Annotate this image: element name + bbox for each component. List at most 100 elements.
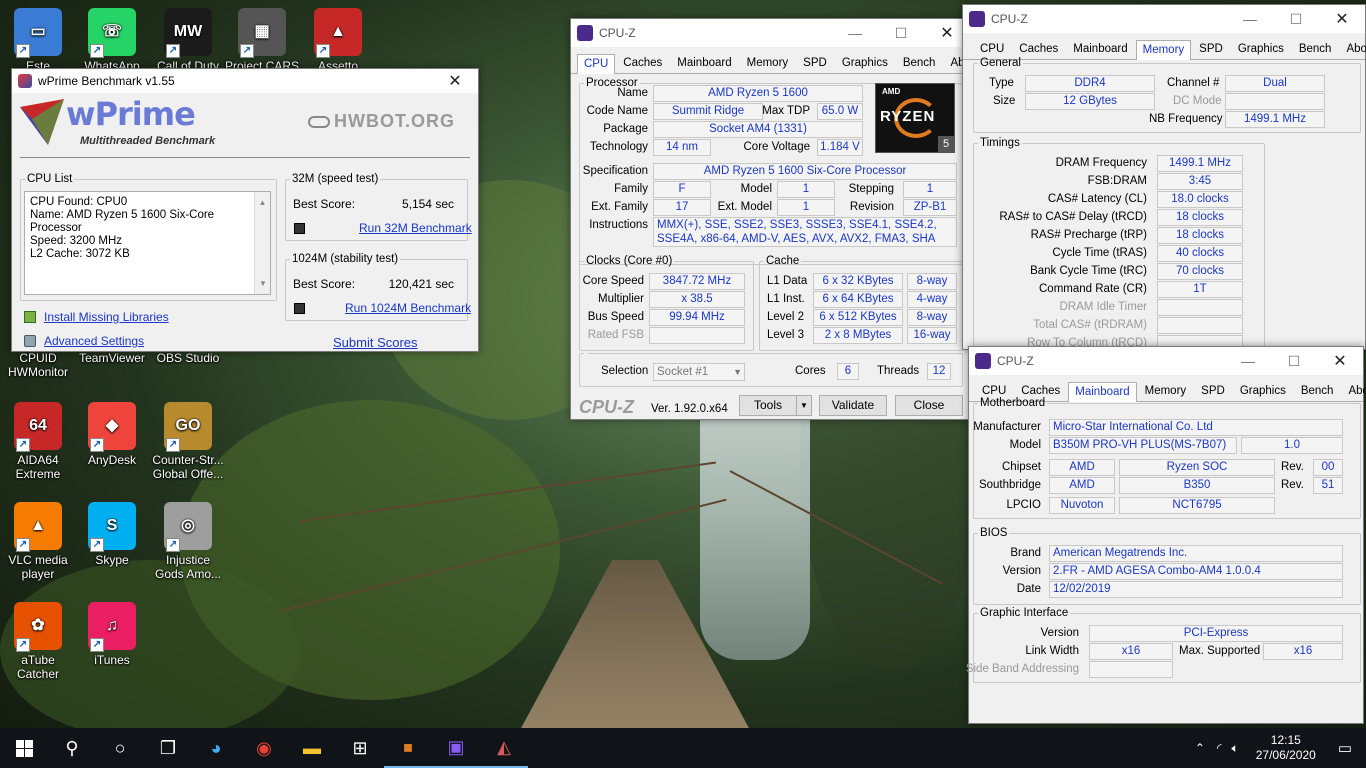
model-revision-value: 1.0 [1241,437,1343,454]
desktop-icon[interactable]: ▦ ↗ Project CARS [224,8,300,73]
app-icon: ✿ ↗ [14,602,62,652]
close-button[interactable]: Close [895,395,963,416]
desktop-icon[interactable]: 64 ↗ AIDA64 Extreme [0,402,76,481]
cores-value: 6 [837,363,859,380]
search-icon[interactable]: ⚲ [48,728,96,768]
tab-caches[interactable]: Caches [616,53,669,73]
selection-dropdown[interactable]: Socket #1 ▼ [653,363,745,381]
desktop-icon-label: AnyDesk [87,453,137,467]
bios-version-value: 2.FR - AMD AGESA Combo-AM4 1.0.0.4 [1049,563,1343,580]
desktop-icon[interactable]: ♫ ↗ iTunes [74,602,150,667]
wifi-icon[interactable]: ◜ [1212,741,1227,755]
desktop-icon[interactable]: S ↗ Skype [74,502,150,567]
nb-frequency-value: 1499.1 MHz [1225,111,1325,128]
store-icon[interactable]: ⊞ [336,728,384,768]
wprime-logo: wPrime Multithreaded Benchmark [18,95,278,153]
tab-cpu[interactable]: CPU [973,39,1011,59]
wprime-logo-icon [20,99,64,145]
edge-icon[interactable]: ◕ [192,728,240,768]
tab-spd[interactable]: SPD [1192,39,1230,59]
ryzen-master-icon[interactable]: ◼ [384,728,432,768]
scroll-down-icon[interactable]: ▼ [255,277,271,290]
desktop-icon[interactable]: ▲ ↗ VLC media player [0,502,76,581]
task-view-icon[interactable]: ❐ [144,728,192,768]
southbridge-rev-label: Rev. [1281,479,1304,491]
tab-mainboard[interactable]: Mainboard [1066,39,1134,59]
tab-memory[interactable]: Memory [740,53,796,73]
tab-bench[interactable]: Bench [1292,39,1339,59]
tab-graphics[interactable]: Graphics [1231,39,1291,59]
minimize-icon[interactable]: — [1225,347,1271,375]
lpcio-vendor-value: Nuvoton [1049,497,1115,514]
scrollbar[interactable]: ▲ ▼ [254,192,270,294]
l2-value: 6 x 512 KBytes [813,309,903,326]
desktop-icon-label: iTunes [94,653,130,667]
install-libraries-link[interactable]: Install Missing Libraries [44,310,169,324]
cpu-list-textarea[interactable]: CPU Found: CPU0 Name: AMD Ryzen 5 1600 Si… [24,191,271,295]
threads-label: Threads [877,365,920,377]
volume-icon[interactable]: 🔈︎ [1227,741,1244,756]
run-32m-button[interactable]: Run 32M Benchmark [359,221,472,235]
desktop-icon[interactable]: ▭ ↗ Este [0,8,76,73]
bios-date-value: 12/02/2019 [1049,581,1343,598]
desktop-icon[interactable]: ☏ ↗ WhatsApp [74,8,150,73]
manufacturer-label: Manufacturer [973,421,1041,433]
timing-value: 18.0 clocks [1157,191,1243,208]
tab-cpu[interactable]: CPU [577,54,616,74]
maximize-icon[interactable]: ☐ [1273,5,1319,33]
cortana-icon[interactable]: ○ [96,728,144,768]
tab-spd[interactable]: SPD [796,53,834,73]
l1i-label: L1 Inst. [767,293,805,305]
cpuz-taskbar-icon[interactable]: ▣ [432,728,480,768]
desktop-icon[interactable]: ◎ ↗ Injustice Gods Amo... [150,502,226,581]
close-icon[interactable]: ✕ [1319,5,1365,33]
chevron-up-icon[interactable]: ⌃ [1188,741,1212,755]
timing-value: 1T [1157,281,1243,298]
submit-scores-link[interactable]: Submit Scores [333,335,418,350]
speed-best-value: 5,154 sec [401,197,454,211]
core-speed-label: Core Speed [582,275,644,287]
start-button[interactable] [0,728,48,768]
cpuz-app-icon [577,25,593,41]
close-icon[interactable]: ✕ [432,69,478,93]
timing-label: CAS# Latency (CL) [1047,193,1147,205]
desktop-icon[interactable]: MW ↗ Call of Duty [150,8,226,73]
chipset-rev-label: Rev. [1281,461,1304,473]
spec-label: Specification [582,165,648,177]
maximize-icon[interactable]: ☐ [1271,347,1317,375]
stepping-label: Stepping [848,183,894,195]
desktop-icon[interactable]: ◆ ↗ AnyDesk [74,402,150,467]
tools-dropdown-icon[interactable]: ▼ [796,395,812,416]
notifications-icon[interactable]: ▭ [1328,739,1366,757]
scroll-up-icon[interactable]: ▲ [255,196,270,209]
run-1024m-button[interactable]: Run 1024M Benchmark [345,301,471,315]
tab-caches[interactable]: Caches [1012,39,1065,59]
desktop-icon[interactable]: ▲ ↗ Assetto [300,8,376,73]
minimize-icon[interactable]: — [1227,5,1273,33]
file-explorer-icon[interactable]: ▬ [288,728,336,768]
close-icon[interactable]: ✕ [1317,347,1363,375]
cpu-list-line: Speed: 3200 MHz [30,235,123,247]
tab-graphics[interactable]: Graphics [835,53,895,73]
model-value: B350M PRO-VH PLUS(MS-7B07) [1049,437,1237,454]
validate-button[interactable]: Validate [819,395,887,416]
minimize-icon[interactable]: — [832,19,878,47]
chevron-down-icon: ▼ [733,367,742,377]
tab-bench[interactable]: Bench [896,53,943,73]
timing-label: Cycle Time (tRAS) [1052,247,1147,259]
clock-time: 12:15 [1270,733,1301,747]
chrome-icon[interactable]: ◉ [240,728,288,768]
tab-about[interactable]: About [1339,39,1366,59]
desktop-icon-label: Injustice Gods Amo... [154,553,222,581]
desktop-icon[interactable]: GO ↗ Counter-Str... Global Offe... [150,402,226,481]
hwbot-logo: HWBOT.ORG [308,111,455,132]
advanced-settings-link[interactable]: Advanced Settings [44,334,144,348]
desktop-icon-label: CPUID HWMonitor [7,351,68,379]
wprime-taskbar-icon[interactable]: ◭ [480,728,528,768]
maximize-icon[interactable]: ☐ [878,19,924,47]
desktop-icon[interactable]: ✿ ↗ aTube Catcher [0,602,76,681]
clock[interactable]: 12:15 27/06/2020 [1244,733,1328,763]
tools-button[interactable]: Tools [739,395,797,416]
package-value: Socket AM4 (1331) [653,121,863,138]
tab-mainboard[interactable]: Mainboard [670,53,738,73]
